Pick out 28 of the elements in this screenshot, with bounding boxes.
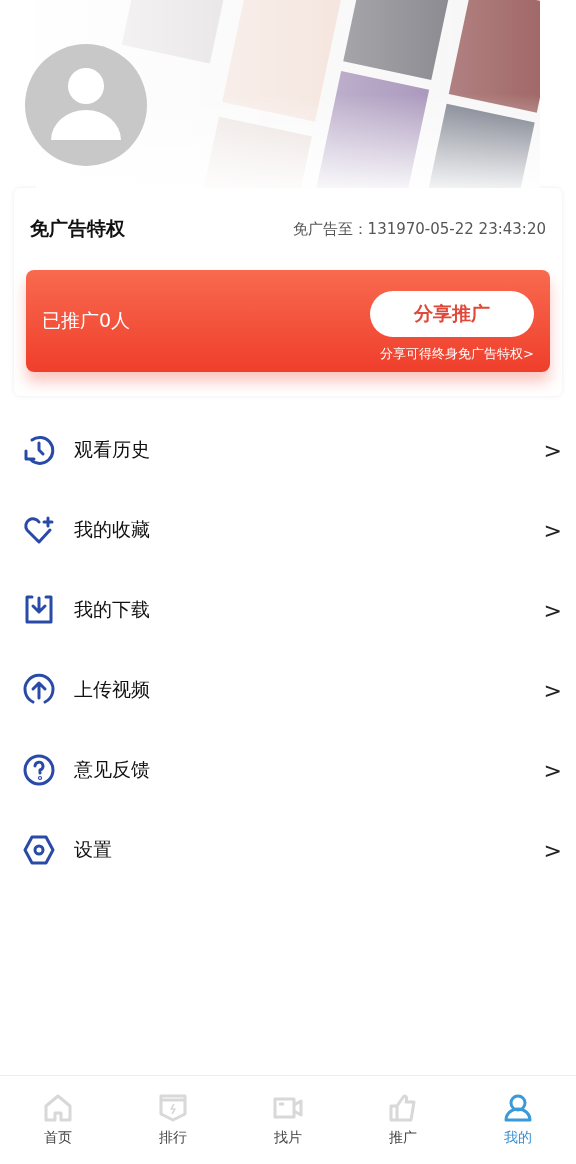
nav-tab[interactable]: 首页 — [0, 1076, 116, 1164]
menu-item[interactable]: 观看历史 — [74, 437, 544, 463]
profile-icon — [503, 1093, 534, 1123]
home-icon — [42, 1093, 73, 1123]
nav-tab[interactable]: 我的 — [460, 1076, 576, 1164]
chevron: > — [543, 597, 562, 623]
menu-item[interactable]: 我的收藏 — [74, 517, 544, 543]
promo-count: 已推广0人 — [42, 308, 131, 333]
card-title: 免广告特权 — [30, 216, 125, 241]
expiry-text: 免广告至：131970-05-22 23:43:20 — [292, 219, 546, 239]
menu-item[interactable]: 上传视频 — [74, 677, 544, 703]
chevron: > — [543, 757, 562, 783]
chevron: > — [543, 437, 562, 463]
help-icon — [22, 753, 56, 787]
nav-tab[interactable]: 找片 — [230, 1076, 346, 1164]
chevron: > — [543, 837, 562, 863]
nav-tab[interactable]: 推广 — [345, 1076, 461, 1164]
settings-icon — [22, 833, 56, 867]
privilege-link[interactable]: 分享可得终身免广告特权> — [380, 345, 534, 363]
share-button[interactable]: 分享推广 — [370, 291, 534, 337]
menu-item[interactable]: 我的下载 — [74, 597, 544, 623]
shield-icon — [157, 1093, 188, 1123]
history-icon — [22, 433, 56, 467]
menu-item[interactable]: 意见反馈 — [74, 757, 544, 783]
chevron: > — [543, 677, 562, 703]
menu-item[interactable]: 设置 — [74, 837, 544, 863]
nav-tab[interactable]: 排行 — [115, 1076, 231, 1164]
chevron: > — [543, 517, 562, 543]
